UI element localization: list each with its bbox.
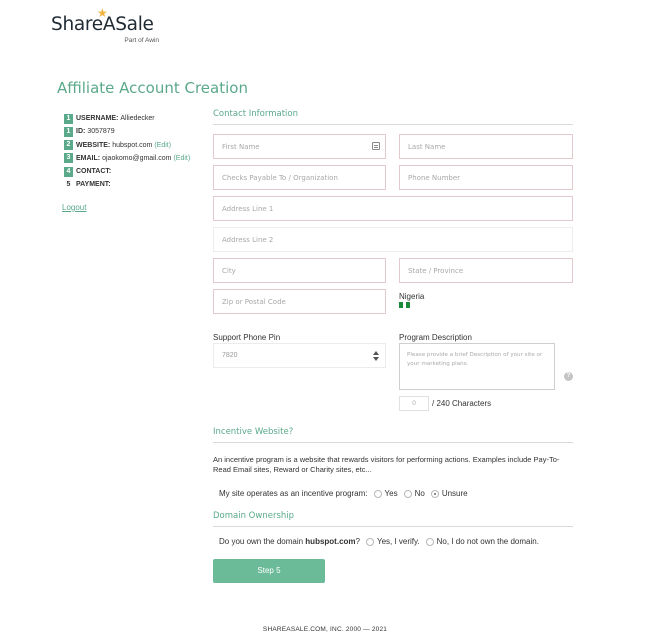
address-line-2-placeholder: Address Line 2 bbox=[222, 235, 274, 244]
domain-question-text: Do you own the domain bbox=[219, 537, 304, 546]
section-divider bbox=[213, 124, 573, 125]
radio-unsure[interactable] bbox=[430, 489, 439, 498]
shareasale-logo[interactable]: ★ ShareASale Part of Awin bbox=[51, 7, 161, 48]
incentive-section-title: Incentive Website? bbox=[213, 427, 294, 437]
character-count-box: 0 bbox=[399, 396, 429, 411]
first-name-field[interactable]: First Name bbox=[213, 134, 386, 159]
support-pin-input[interactable]: 7820 bbox=[213, 343, 386, 368]
logo-text: ShareASale bbox=[51, 14, 154, 35]
footer-copyright: SHAREASALE.COM, INC. 2000 — 2021 bbox=[262, 626, 388, 633]
address-line-1-placeholder: Address Line 1 bbox=[222, 204, 274, 213]
step-number: 5 bbox=[66, 180, 71, 188]
radio-domain-yes[interactable] bbox=[365, 537, 374, 546]
radio-unsure-label[interactable]: Unsure bbox=[442, 489, 468, 498]
incentive-question: My site operates as an incentive program… bbox=[219, 489, 368, 498]
step-key: EMAIL: bbox=[76, 154, 101, 162]
account-steps: 1 USERNAME: Alliedecker 1 ID: 3057879 2 … bbox=[64, 112, 214, 192]
edit-website-link[interactable]: (Edit) bbox=[154, 142, 171, 149]
checks-payable-placeholder: Checks Payable To / Organization bbox=[222, 173, 338, 182]
help-icon[interactable]: ? bbox=[564, 372, 573, 381]
character-count-label: / 240 Characters bbox=[432, 399, 492, 408]
step-number: 1 bbox=[64, 113, 73, 124]
incentive-description: An incentive program is a website that r… bbox=[213, 455, 560, 474]
step-number: 1 bbox=[64, 126, 73, 137]
step-key: CONTACT: bbox=[76, 168, 112, 176]
step-value: hubspot.com bbox=[112, 141, 153, 149]
section-divider bbox=[213, 526, 573, 527]
domain-name: hubspot.com bbox=[305, 537, 356, 546]
step-website: 2 WEBSITE: hubspot.com (Edit) bbox=[64, 139, 214, 152]
phone-number-field[interactable]: Phone Number bbox=[399, 165, 573, 190]
step-key: USERNAME: bbox=[76, 115, 119, 122]
address-line-1-field[interactable]: Address Line 1 bbox=[213, 196, 573, 221]
edit-email-link[interactable]: (Edit) bbox=[173, 155, 190, 162]
section-divider bbox=[213, 442, 573, 443]
state-province-placeholder: State / Province bbox=[408, 266, 464, 275]
step-value: 3057879 bbox=[87, 128, 115, 136]
step-number: 3 bbox=[64, 153, 73, 164]
step-number: 4 bbox=[64, 166, 73, 177]
zip-code-field[interactable]: Zip or Postal Code bbox=[213, 289, 386, 314]
radio-no-label[interactable]: No bbox=[415, 489, 425, 498]
step-5-button[interactable]: Step 5 bbox=[213, 559, 325, 583]
incentive-radio-group: My site operates as an incentive program… bbox=[219, 489, 468, 498]
domain-section-title: Domain Ownership bbox=[213, 511, 295, 521]
step-username: 1 USERNAME: Alliedecker bbox=[64, 112, 214, 125]
step-key: ID: bbox=[76, 128, 86, 136]
address-line-2-field[interactable]: Address Line 2 bbox=[213, 227, 573, 252]
step-contact: 4 CONTACT: bbox=[64, 165, 214, 178]
step-id: 1 ID: 3057879 bbox=[64, 125, 214, 138]
step-payment: 5 PAYMENT: bbox=[64, 178, 214, 191]
step-value: Alliedecker bbox=[120, 115, 155, 122]
contact-card-icon[interactable] bbox=[372, 142, 380, 150]
support-pin-value: 7820 bbox=[222, 352, 238, 359]
radio-yes[interactable] bbox=[373, 489, 382, 498]
step-number: 2 bbox=[64, 140, 73, 151]
logout-link[interactable]: Logout bbox=[62, 203, 86, 212]
step-key: PAYMENT: bbox=[76, 181, 111, 189]
spinner-icon[interactable] bbox=[373, 351, 379, 361]
radio-no[interactable] bbox=[403, 489, 412, 498]
contact-section-title: Contact Information bbox=[213, 109, 298, 119]
radio-yes-label[interactable]: Yes bbox=[385, 489, 398, 498]
program-description-label: Program Description bbox=[399, 333, 472, 342]
nigeria-flag-icon bbox=[399, 302, 411, 308]
city-field[interactable]: City bbox=[213, 258, 386, 283]
radio-domain-no[interactable] bbox=[425, 537, 434, 546]
first-name-placeholder: First Name bbox=[222, 142, 260, 151]
last-name-placeholder: Last Name bbox=[408, 142, 446, 151]
domain-question-mark: ? bbox=[355, 537, 360, 546]
logo-subtitle: Part of Awin bbox=[124, 37, 159, 44]
program-description-textarea[interactable]: Please provide a brief Description of yo… bbox=[399, 343, 555, 390]
zip-code-placeholder: Zip or Postal Code bbox=[222, 297, 286, 306]
city-placeholder: City bbox=[222, 266, 236, 275]
step-key: WEBSITE: bbox=[76, 141, 111, 149]
domain-radio-group: Do you own the domain hubspot.com? Yes, … bbox=[219, 537, 539, 546]
step-value: ojaokomo@gmail.com bbox=[102, 154, 172, 162]
last-name-field[interactable]: Last Name bbox=[399, 134, 573, 159]
radio-domain-yes-label[interactable]: Yes, I verify. bbox=[377, 537, 420, 546]
page-title: Affiliate Account Creation bbox=[57, 79, 248, 97]
country-value: Nigeria bbox=[399, 292, 425, 301]
radio-domain-no-label[interactable]: No, I do not own the domain. bbox=[437, 537, 539, 546]
checks-payable-field[interactable]: Checks Payable To / Organization bbox=[213, 165, 386, 190]
state-province-field[interactable]: State / Province bbox=[399, 258, 573, 283]
support-pin-label: Support Phone Pin bbox=[213, 333, 281, 342]
phone-number-placeholder: Phone Number bbox=[408, 173, 461, 182]
step-email: 3 EMAIL: ojaokomo@gmail.com (Edit) bbox=[64, 152, 214, 165]
